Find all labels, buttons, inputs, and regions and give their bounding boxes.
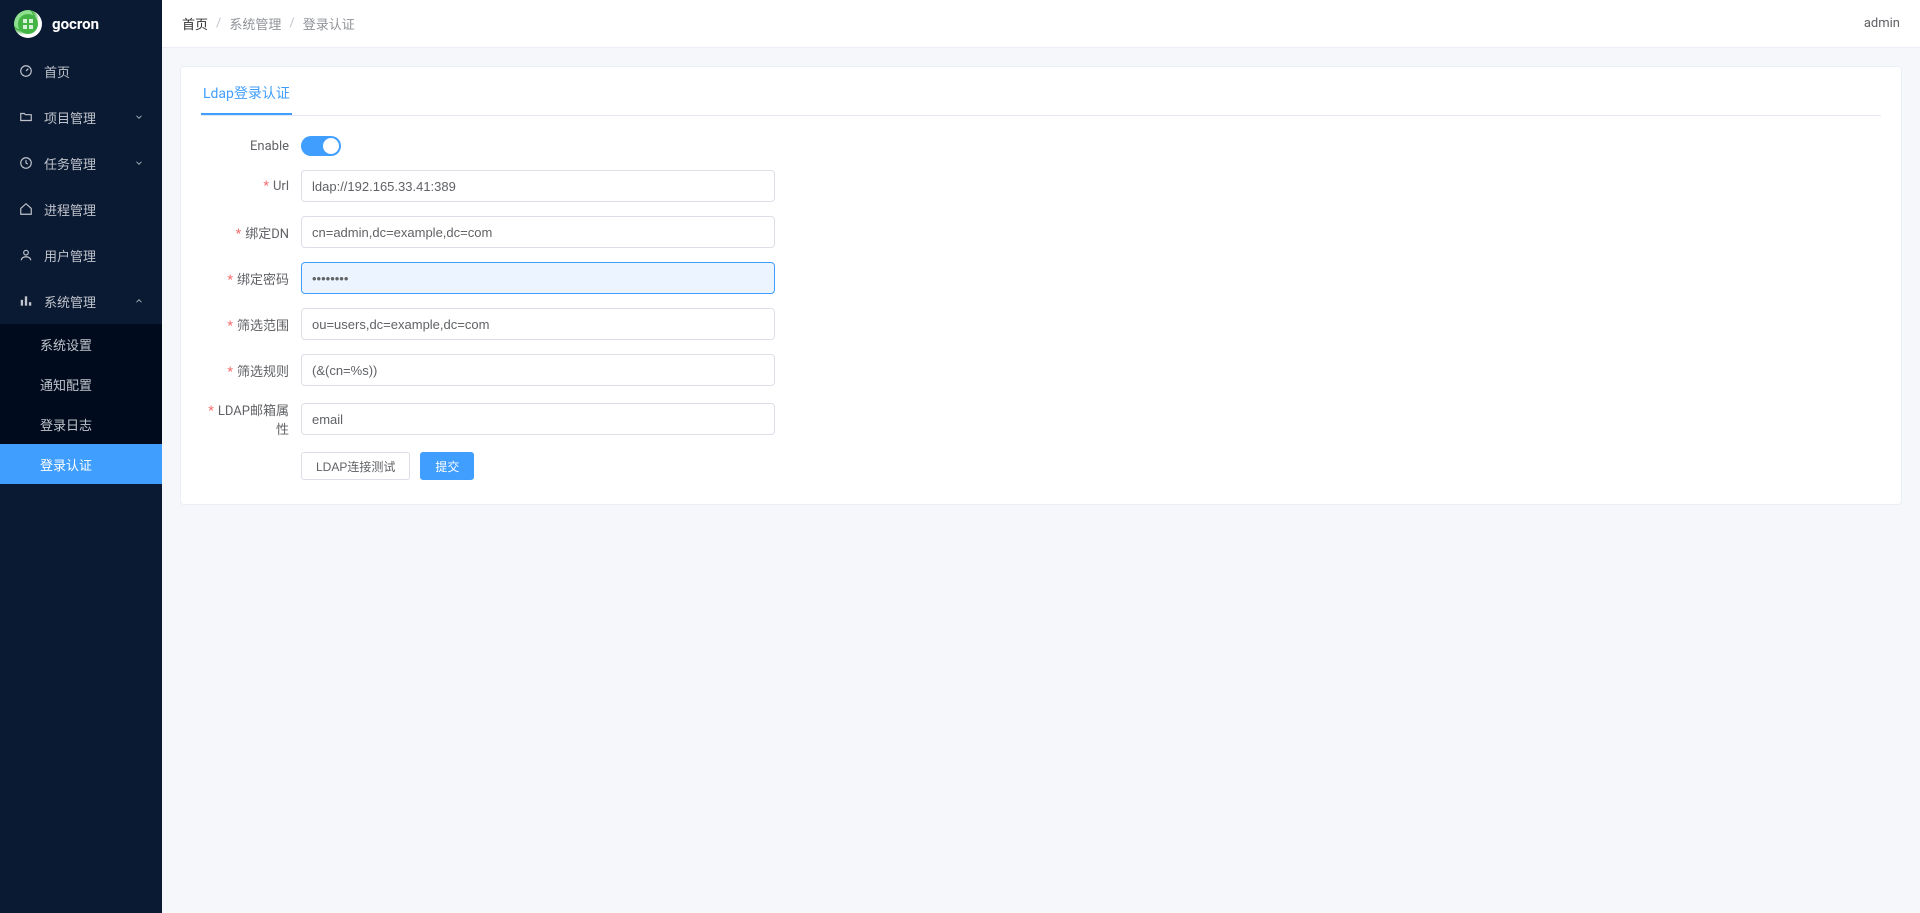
submenu-system: 系统设置 通知配置 登录日志 登录认证 <box>0 324 162 484</box>
label-bindpw: 绑定密码 <box>201 269 301 288</box>
chevron-up-icon <box>134 296 144 306</box>
folder-icon <box>18 109 34 125</box>
label-url: Url <box>201 179 301 194</box>
sidebar-item-process[interactable]: 进程管理 <box>0 186 162 232</box>
input-scope[interactable] <box>301 308 775 340</box>
breadcrumb-system: 系统管理 <box>229 14 281 33</box>
sidebar-item-label: 首页 <box>44 62 70 81</box>
submenu-item-notify[interactable]: 通知配置 <box>0 364 162 404</box>
topbar: 首页 / 系统管理 / 登录认证 admin <box>162 0 1920 48</box>
label-mail: LDAP邮箱属性 <box>201 400 301 438</box>
tab-ldap[interactable]: Ldap登录认证 <box>201 83 292 115</box>
logo-icon <box>14 10 42 38</box>
label-binddn: 绑定DN <box>201 223 301 242</box>
card-ldap: Ldap登录认证 Enable Url <box>180 66 1902 505</box>
sidebar-item-user[interactable]: 用户管理 <box>0 232 162 278</box>
sidebar-item-label: 进程管理 <box>44 200 96 219</box>
submenu-item-loginauth[interactable]: 登录认证 <box>0 444 162 484</box>
user-icon <box>18 247 34 263</box>
btn-test[interactable]: LDAP连接测试 <box>301 452 410 480</box>
breadcrumb: 首页 / 系统管理 / 登录认证 <box>182 14 355 33</box>
chevron-down-icon <box>134 158 144 168</box>
sidebar-item-label: 任务管理 <box>44 154 96 173</box>
bar-chart-icon <box>18 293 34 309</box>
main: 首页 / 系统管理 / 登录认证 admin Ldap登录认证 Enable <box>162 0 1920 913</box>
input-filter[interactable] <box>301 354 775 386</box>
sidebar-item-task[interactable]: 任务管理 <box>0 140 162 186</box>
sidebar-item-home[interactable]: 首页 <box>0 48 162 94</box>
logo[interactable]: gocron <box>0 0 162 48</box>
label-enable: Enable <box>201 139 301 154</box>
submenu-item-loginlog[interactable]: 登录日志 <box>0 404 162 444</box>
ldap-form: Enable Url 绑定DN <box>201 136 1881 480</box>
sidebar-item-system[interactable]: 系统管理 <box>0 278 162 324</box>
chevron-down-icon <box>134 112 144 122</box>
breadcrumb-sep: / <box>289 16 294 31</box>
submenu-item-settings[interactable]: 系统设置 <box>0 324 162 364</box>
input-mail[interactable] <box>301 403 775 435</box>
sidebar-item-label: 用户管理 <box>44 246 96 265</box>
dashboard-icon <box>18 63 34 79</box>
user-menu[interactable]: admin <box>1864 16 1900 31</box>
logo-text: gocron <box>52 15 99 33</box>
sidebar-item-label: 系统管理 <box>44 292 96 311</box>
breadcrumb-sep: / <box>216 16 221 31</box>
clock-icon <box>18 155 34 171</box>
breadcrumb-current: 登录认证 <box>303 14 355 33</box>
input-bindpw[interactable] <box>301 262 775 294</box>
input-url[interactable] <box>301 170 775 202</box>
sidebar-item-project[interactable]: 项目管理 <box>0 94 162 140</box>
home-icon <box>18 201 34 217</box>
breadcrumb-home[interactable]: 首页 <box>182 14 208 33</box>
sidebar-item-label: 项目管理 <box>44 108 96 127</box>
switch-enable[interactable] <box>301 136 341 156</box>
input-binddn[interactable] <box>301 216 775 248</box>
sidebar: gocron 首页 项目管理 任务管理 进程管理 <box>0 0 162 913</box>
tabs: Ldap登录认证 <box>201 83 1881 116</box>
label-filter: 筛选规则 <box>201 361 301 380</box>
label-scope: 筛选范围 <box>201 315 301 334</box>
btn-submit[interactable]: 提交 <box>420 452 474 480</box>
